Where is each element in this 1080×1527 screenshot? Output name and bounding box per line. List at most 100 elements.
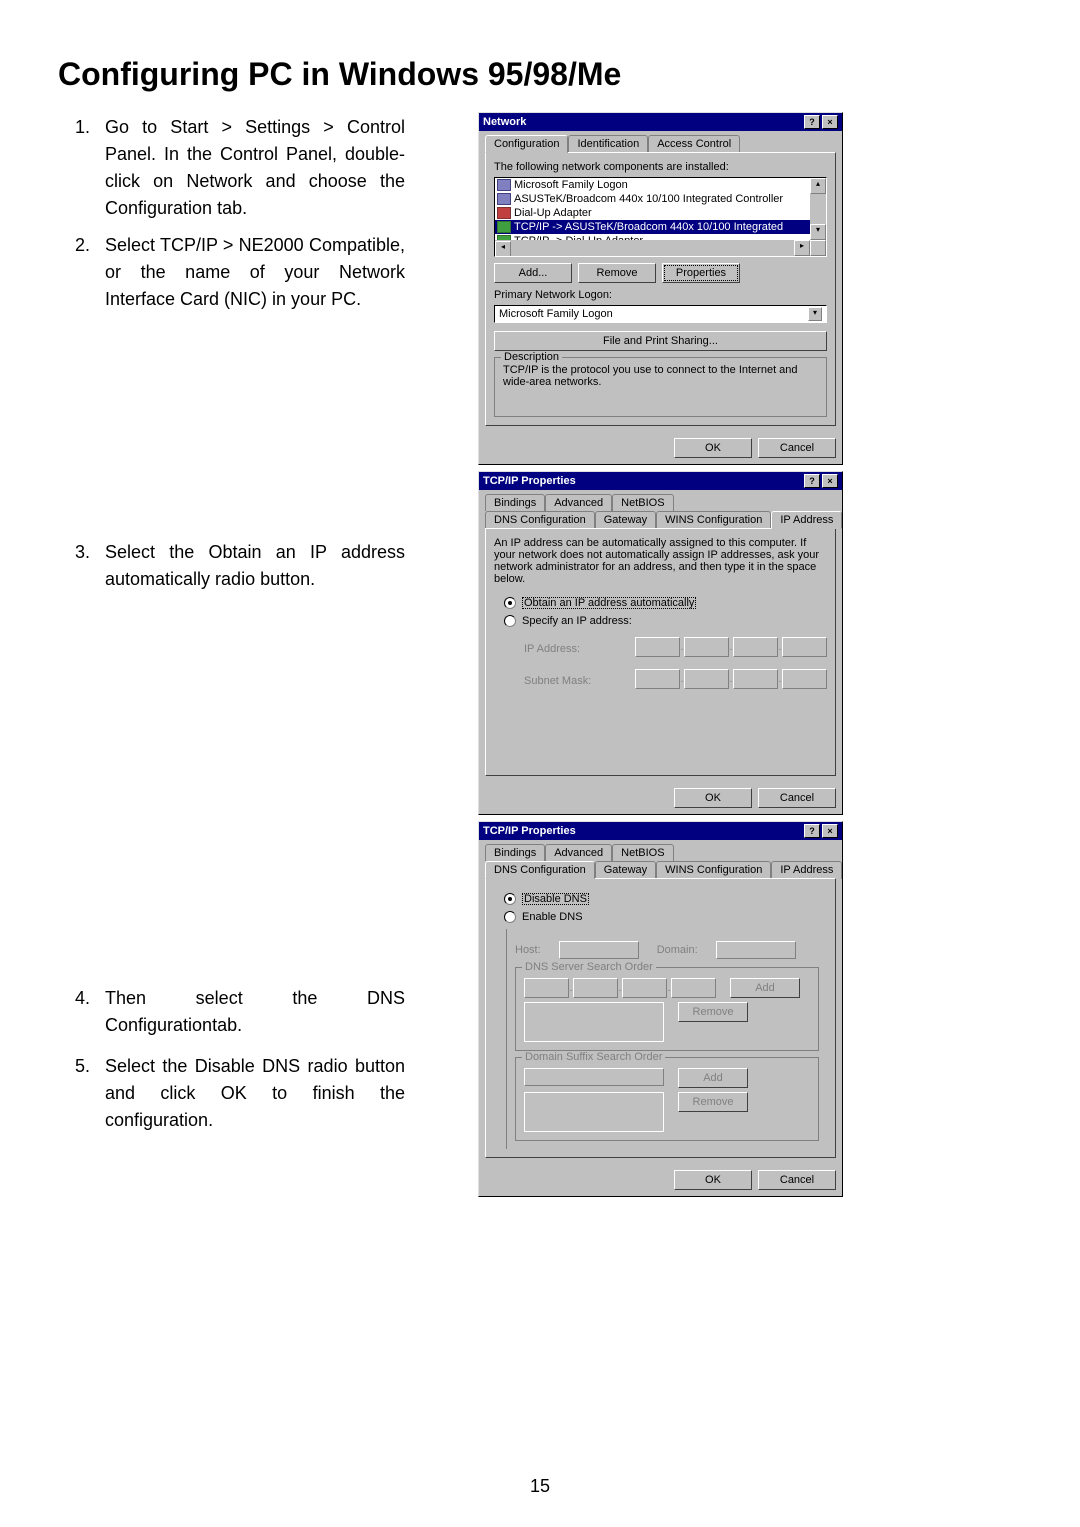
suffix-remove-button: Remove [678, 1092, 748, 1112]
tab-wins-config[interactable]: WINS Configuration [656, 861, 771, 879]
tab-identification[interactable]: Identification [568, 135, 648, 153]
dialup-icon [497, 207, 511, 219]
domain-label: Domain: [657, 944, 698, 956]
tab-netbios[interactable]: NetBIOS [612, 844, 673, 861]
help-button[interactable]: ? [804, 115, 820, 129]
radio-obtain-auto-label: Obtain an IP address automatically [522, 597, 696, 609]
dns-order-legend: DNS Server Search Order [522, 961, 656, 973]
cancel-button[interactable]: Cancel [758, 788, 836, 808]
primary-logon-label: Primary Network Logon: [494, 289, 827, 301]
tab-dns-config[interactable]: DNS Configuration [485, 511, 595, 529]
help-button[interactable]: ? [804, 474, 820, 488]
dns-add-button: Add [730, 978, 800, 998]
ok-button[interactable]: OK [674, 1170, 752, 1190]
step-1: Go to Start > Settings > Control Panel. … [75, 114, 405, 222]
tab-access-control[interactable]: Access Control [648, 135, 740, 153]
tab-ip-address[interactable]: IP Address [771, 861, 842, 879]
step-4: Then select the DNS Configurationtab. [75, 985, 405, 1039]
components-label: The following network components are ins… [494, 161, 827, 173]
page-title: Configuring PC in Windows 95/98/Me [58, 56, 621, 93]
ip-intro-text: An IP address can be automatically assig… [494, 537, 827, 585]
instruction-list: Go to Start > Settings > Control Panel. … [75, 114, 405, 1148]
step-2: Select TCP/IP > NE2000 Compatible, or th… [75, 232, 405, 313]
dns-order-group: DNS Server Search Order ... Add Remove [515, 967, 819, 1051]
tab-gateway[interactable]: Gateway [595, 511, 656, 529]
scroll-up-icon[interactable]: ▴ [810, 178, 826, 194]
remove-button[interactable]: Remove [578, 263, 656, 283]
tcpip-ip-title: TCP/IP Properties [483, 475, 576, 487]
tcpip-dns-dialog: TCP/IP Properties ? × Bindings Advanced … [478, 821, 843, 1197]
radio-disable-dns[interactable]: Disable DNS [504, 893, 827, 905]
tab-configuration[interactable]: Configuration [485, 135, 568, 153]
description-legend: Description [501, 351, 562, 363]
client-icon [497, 179, 511, 191]
properties-button[interactable]: Properties [662, 263, 740, 283]
cancel-button[interactable]: Cancel [758, 438, 836, 458]
list-item: ASUSTeK/Broadcom 440x 10/100 Integrated … [495, 192, 826, 206]
close-button[interactable]: × [822, 474, 838, 488]
enable-dns-group: Host: Domain: DNS Server Search Order ..… [506, 929, 827, 1149]
tab-ip-address[interactable]: IP Address [771, 511, 842, 529]
list-item-selected: TCP/IP -> ASUSTeK/Broadcom 440x 10/100 I… [495, 220, 826, 234]
dns-list [524, 1002, 664, 1042]
cancel-button[interactable]: Cancel [758, 1170, 836, 1190]
ip-address-field: ... [635, 637, 827, 657]
file-print-sharing-button[interactable]: File and Print Sharing... [494, 331, 827, 351]
tab-netbios[interactable]: NetBIOS [612, 494, 673, 511]
list-item: Dial-Up Adapter [495, 206, 826, 220]
suffix-list [524, 1092, 664, 1132]
host-input [559, 941, 639, 959]
list-item: Microsoft Family Logon [495, 178, 826, 192]
protocol-icon [497, 221, 511, 233]
scroll-right-icon[interactable]: ▸ [794, 240, 810, 256]
host-label: Host: [515, 944, 541, 956]
ok-button[interactable]: OK [674, 438, 752, 458]
close-button[interactable]: × [822, 115, 838, 129]
radio-specify[interactable]: Specify an IP address: [504, 615, 827, 627]
add-button[interactable]: Add... [494, 263, 572, 283]
ok-button[interactable]: OK [674, 788, 752, 808]
tcpip-ip-titlebar: TCP/IP Properties ? × [479, 472, 842, 490]
radio-dot-icon [504, 615, 516, 627]
suffix-order-group: Domain Suffix Search Order Add Remove [515, 1057, 819, 1141]
network-dialog: Network ? × Configuration Identification… [478, 112, 843, 465]
tab-wins-config[interactable]: WINS Configuration [656, 511, 771, 529]
scroll-left-icon[interactable]: ◂ [495, 241, 511, 257]
page-number: 15 [0, 1476, 1080, 1497]
description-group: Description TCP/IP is the protocol you u… [494, 357, 827, 417]
tab-gateway[interactable]: Gateway [595, 861, 656, 879]
close-button[interactable]: × [822, 824, 838, 838]
chevron-down-icon[interactable]: ▾ [808, 307, 822, 321]
suffix-add-button: Add [678, 1068, 748, 1088]
radio-dot-icon [504, 597, 516, 609]
step-5: Select the Disable DNS radio button and … [75, 1053, 405, 1134]
tab-advanced[interactable]: Advanced [545, 844, 612, 861]
subnet-label: Subnet Mask: [524, 675, 595, 687]
radio-specify-label: Specify an IP address: [522, 615, 632, 627]
description-text: TCP/IP is the protocol you use to connec… [503, 364, 818, 404]
primary-logon-dropdown[interactable]: Microsoft Family Logon ▾ [494, 305, 827, 323]
tab-advanced[interactable]: Advanced [545, 494, 612, 511]
scrollbar-horizontal[interactable]: ◂ ▸ [495, 240, 810, 256]
tab-bindings[interactable]: Bindings [485, 494, 545, 511]
help-button[interactable]: ? [804, 824, 820, 838]
radio-enable-dns-label: Enable DNS [522, 911, 583, 923]
primary-logon-value: Microsoft Family Logon [499, 308, 613, 320]
subnet-mask-field: ... [635, 669, 827, 689]
domain-input [716, 941, 796, 959]
suffix-input [524, 1068, 664, 1086]
tcpip-dns-title: TCP/IP Properties [483, 825, 576, 837]
scroll-corner [810, 240, 826, 256]
tab-dns-config[interactable]: DNS Configuration [485, 861, 595, 879]
radio-enable-dns[interactable]: Enable DNS [504, 911, 827, 923]
dns-remove-button: Remove [678, 1002, 748, 1022]
components-listbox[interactable]: Microsoft Family Logon ASUSTeK/Broadcom … [494, 177, 827, 257]
dns-ip-field: ... [524, 978, 716, 998]
scrollbar-vertical[interactable]: ▴ ▾ [810, 178, 826, 256]
network-title: Network [483, 116, 526, 128]
radio-obtain-auto[interactable]: Obtain an IP address automatically [504, 597, 827, 609]
scroll-down-icon[interactable]: ▾ [810, 224, 826, 240]
tcpip-ip-dialog: TCP/IP Properties ? × Bindings Advanced … [478, 471, 843, 815]
step-3: Select the Obtain an IP address automati… [75, 539, 405, 593]
tab-bindings[interactable]: Bindings [485, 844, 545, 861]
